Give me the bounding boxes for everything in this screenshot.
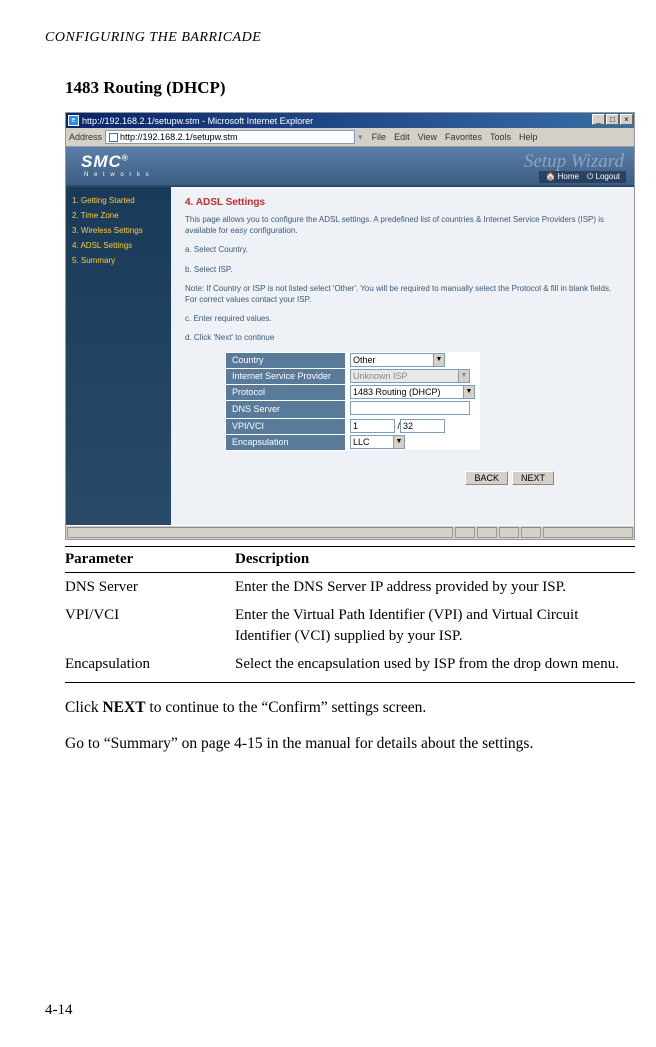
adsl-step-d: d. Click 'Next' to continue: [185, 332, 620, 343]
isp-select[interactable]: Unknown ISP▼: [350, 369, 470, 383]
home-link[interactable]: 🏠 Home: [545, 172, 579, 182]
app-header: SMC® N e t w o r k s Setup Wizard 🏠 Home…: [66, 147, 634, 185]
header-links: 🏠 Home ⏻ Logout: [539, 171, 626, 183]
sidebar-step-5[interactable]: 5. Summary: [70, 253, 167, 268]
sidebar-step-2[interactable]: 2. Time Zone: [70, 208, 167, 223]
encap-select[interactable]: LLC▼: [350, 435, 405, 449]
menu-help[interactable]: Help: [519, 132, 538, 142]
next-button[interactable]: NEXT: [512, 471, 554, 485]
desc-cell: Enter the DNS Server IP address provided…: [235, 573, 635, 602]
window-title: http://192.168.2.1/setupw.stm - Microsof…: [82, 116, 313, 126]
adsl-step-b: b. Select ISP.: [185, 264, 620, 275]
status-seg-3: [499, 527, 519, 538]
adsl-step-a: a. Select Country.: [185, 244, 620, 255]
param-header: Parameter: [65, 547, 235, 573]
minimize-button[interactable]: _: [592, 114, 605, 125]
vpi-input[interactable]: 1: [350, 419, 395, 433]
logout-link[interactable]: ⏻ Logout: [587, 172, 620, 182]
sidebar-step-1[interactable]: 1. Getting Started: [70, 193, 167, 208]
adsl-title: 4. ADSL Settings: [185, 197, 620, 208]
ie-icon: e: [68, 115, 79, 126]
status-seg-4: [521, 527, 541, 538]
dns-label: DNS Server: [226, 400, 346, 418]
running-header: CONFIGURING THE BARRICADE: [45, 30, 616, 46]
wizard-sidebar: 1. Getting Started 2. Time Zone 3. Wirel…: [66, 187, 171, 525]
parameter-table: Parameter Description DNS Server Enter t…: [65, 546, 635, 683]
address-label: Address: [69, 132, 102, 142]
smc-tagline: N e t w o r k s: [84, 172, 151, 178]
wizard-main: 4. ADSL Settings This page allows you to…: [171, 187, 634, 525]
wizard-heading: Setup Wizard: [524, 151, 624, 173]
adsl-step-c: c. Enter required values.: [185, 313, 620, 324]
ie-status-bar: [66, 525, 634, 539]
vpivci-label: VPI/VCI: [226, 418, 346, 434]
encap-label: Encapsulation: [226, 434, 346, 450]
status-seg-2: [477, 527, 497, 538]
country-select[interactable]: Other▼: [350, 353, 445, 367]
param-cell: Encapsulation: [65, 650, 235, 683]
menu-favorites[interactable]: Favorites: [445, 132, 482, 142]
status-seg-zone: [543, 527, 633, 538]
sidebar-step-3[interactable]: 3. Wireless Settings: [70, 223, 167, 238]
menu-file[interactable]: File: [372, 132, 387, 142]
body-paragraph-2: Go to “Summary” on page 4-15 in the manu…: [65, 733, 635, 755]
desc-header: Description: [235, 547, 635, 573]
smc-logo: SMC®: [81, 152, 129, 172]
country-label: Country: [226, 352, 346, 368]
page-number: 4-14: [45, 1002, 73, 1019]
desc-cell: Enter the Virtual Path Identifier (VPI) …: [235, 601, 635, 650]
page-icon: [109, 133, 118, 142]
adsl-note: Note: If Country or ISP is not listed se…: [185, 283, 620, 305]
protocol-select[interactable]: 1483 Routing (DHCP)▼: [350, 385, 475, 399]
back-button[interactable]: BACK: [465, 471, 508, 485]
dns-input[interactable]: [350, 401, 470, 415]
menu-edit[interactable]: Edit: [394, 132, 410, 142]
address-input[interactable]: http://192.168.2.1/setupw.stm: [105, 130, 355, 144]
section-title: 1483 Routing (DHCP): [65, 78, 616, 98]
ie-menu: File Edit View Favorites Tools Help: [372, 132, 538, 142]
isp-label: Internet Service Provider: [226, 368, 346, 384]
adsl-intro: This page allows you to configure the AD…: [185, 214, 620, 236]
adsl-settings-table: Country Other▼ Internet Service Provider…: [225, 352, 480, 451]
protocol-label: Protocol: [226, 384, 346, 400]
close-button[interactable]: ×: [620, 114, 633, 125]
ie-titlebar: e http://192.168.2.1/setupw.stm - Micros…: [66, 113, 634, 128]
param-cell: VPI/VCI: [65, 601, 235, 650]
vci-input[interactable]: 32: [400, 419, 445, 433]
status-seg-main: [67, 527, 453, 538]
menu-view[interactable]: View: [418, 132, 437, 142]
status-seg-1: [455, 527, 475, 538]
sidebar-step-4[interactable]: 4. ADSL Settings: [70, 238, 167, 253]
maximize-button[interactable]: □: [606, 114, 619, 125]
address-bar: Address http://192.168.2.1/setupw.stm ▾ …: [66, 128, 634, 147]
desc-cell: Select the encapsulation used by ISP fro…: [235, 650, 635, 683]
param-cell: DNS Server: [65, 573, 235, 602]
address-value: http://192.168.2.1/setupw.stm: [120, 132, 238, 142]
embedded-screenshot: e http://192.168.2.1/setupw.stm - Micros…: [65, 112, 635, 540]
body-paragraph-1: Click NEXT to continue to the “Confirm” …: [65, 697, 635, 719]
menu-tools[interactable]: Tools: [490, 132, 511, 142]
